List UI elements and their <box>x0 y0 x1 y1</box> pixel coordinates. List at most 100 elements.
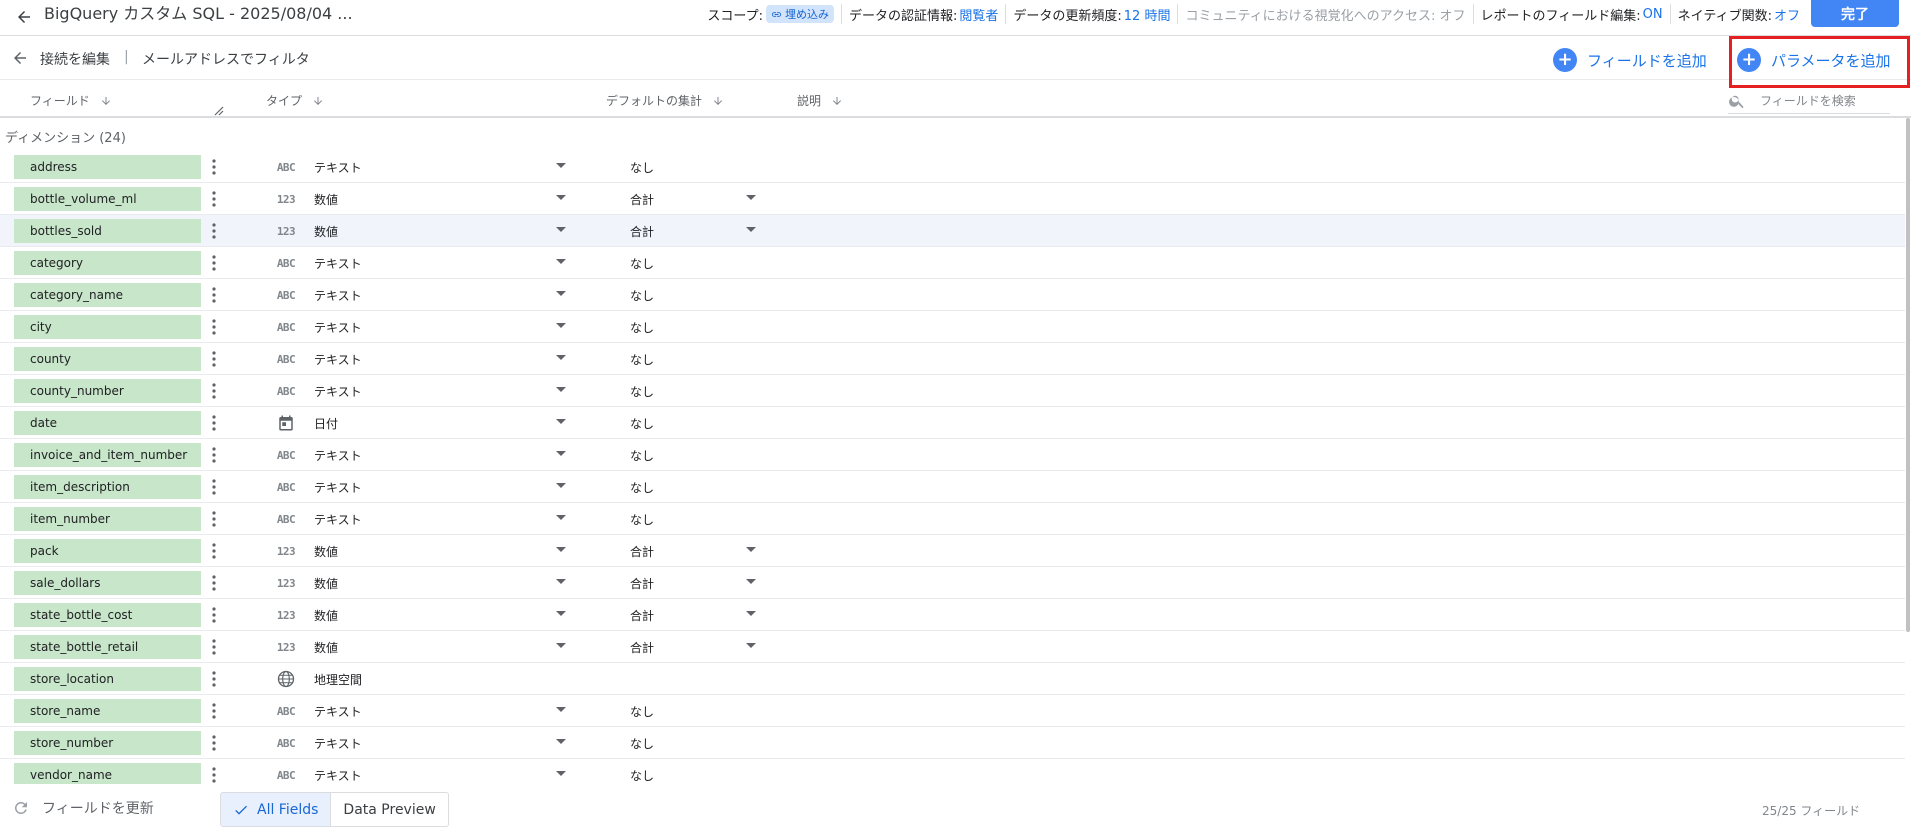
data-source-title[interactable]: BigQuery カスタム SQL - 2025/08/04 ... <box>44 3 353 25</box>
field-row[interactable]: address ABC テキスト なし <box>0 151 1905 183</box>
aggregation-dropdown-arrow-icon[interactable] <box>746 611 756 616</box>
done-button[interactable]: 完了 <box>1811 0 1899 27</box>
default-aggregation[interactable]: 合計 <box>630 191 654 208</box>
more-vert-icon[interactable] <box>206 349 222 369</box>
field-type-select[interactable]: 数値 <box>314 575 338 592</box>
field-row[interactable]: sale_dollars 123 数値 合計 <box>0 567 1905 599</box>
field-name-chip[interactable]: bottles_sold <box>14 219 201 243</box>
credentials-value[interactable]: 閲覧者 <box>959 5 998 24</box>
type-dropdown-arrow-icon[interactable] <box>556 227 566 232</box>
field-row[interactable]: county ABC テキスト なし <box>0 343 1905 375</box>
more-vert-icon[interactable] <box>206 477 222 497</box>
report-field-edit-setting[interactable]: レポートのフィールド編集: ON <box>1472 4 1670 24</box>
field-type-select[interactable]: 日付 <box>314 415 338 432</box>
more-vert-icon[interactable] <box>206 157 222 177</box>
field-name-chip[interactable]: item_description <box>14 475 201 499</box>
tab-data-preview[interactable]: Data Preview <box>331 793 447 826</box>
field-row[interactable]: state_bottle_cost 123 数値 合計 <box>0 599 1905 631</box>
back-arrow-icon[interactable] <box>8 46 32 70</box>
field-type-select[interactable]: 数値 <box>314 607 338 624</box>
type-dropdown-arrow-icon[interactable] <box>556 451 566 456</box>
field-name-chip[interactable]: category_name <box>14 283 201 307</box>
field-type-select[interactable]: テキスト <box>314 447 362 464</box>
field-name-chip[interactable]: store_number <box>14 731 201 755</box>
field-type-select[interactable]: テキスト <box>314 287 362 304</box>
more-vert-icon[interactable] <box>206 637 222 657</box>
field-type-select[interactable]: テキスト <box>314 383 362 400</box>
tab-all-fields[interactable]: All Fields <box>221 793 332 826</box>
field-name-chip[interactable]: state_bottle_retail <box>14 635 201 659</box>
more-vert-icon[interactable] <box>206 445 222 465</box>
scrollbar-thumb[interactable] <box>1906 118 1910 632</box>
native-functions-value[interactable]: オフ <box>1774 5 1800 24</box>
type-dropdown-arrow-icon[interactable] <box>556 195 566 200</box>
type-dropdown-arrow-icon[interactable] <box>556 387 566 392</box>
type-dropdown-arrow-icon[interactable] <box>556 643 566 648</box>
field-row[interactable]: store_name ABC テキスト なし <box>0 695 1905 727</box>
field-type-select[interactable]: 地理空間 <box>314 671 362 688</box>
field-type-select[interactable]: テキスト <box>314 735 362 752</box>
more-vert-icon[interactable] <box>206 605 222 625</box>
more-vert-icon[interactable] <box>206 317 222 337</box>
native-functions-setting[interactable]: ネイティブ関数: オフ <box>1669 4 1807 24</box>
more-vert-icon[interactable] <box>206 573 222 593</box>
field-name-chip[interactable]: sale_dollars <box>14 571 201 595</box>
field-type-select[interactable]: テキスト <box>314 511 362 528</box>
aggregation-dropdown-arrow-icon[interactable] <box>746 195 756 200</box>
credentials-setting[interactable]: データの認証情報: 閲覧者 <box>840 4 1005 24</box>
scope-chip[interactable]: 埋め込み <box>765 5 834 23</box>
field-row[interactable]: bottle_volume_ml 123 数値 合計 <box>0 183 1905 215</box>
field-type-select[interactable]: テキスト <box>314 159 362 176</box>
column-header-field[interactable]: フィールド <box>30 92 112 109</box>
field-row[interactable]: category ABC テキスト なし <box>0 247 1905 279</box>
column-header-type[interactable]: タイプ <box>266 92 324 109</box>
field-row[interactable]: date 日付 なし <box>0 407 1905 439</box>
field-row[interactable]: state_bottle_retail 123 数値 合計 <box>0 631 1905 663</box>
field-name-chip[interactable]: store_name <box>14 699 201 723</box>
column-header-default-agg[interactable]: デフォルトの集計 <box>606 92 724 109</box>
field-type-select[interactable]: 数値 <box>314 639 338 656</box>
field-name-chip[interactable]: city <box>14 315 201 339</box>
field-row[interactable]: bottles_sold 123 数値 合計 <box>0 215 1905 247</box>
field-name-chip[interactable]: pack <box>14 539 201 563</box>
type-dropdown-arrow-icon[interactable] <box>556 515 566 520</box>
freshness-value[interactable]: 12 時間 <box>1124 5 1171 24</box>
more-vert-icon[interactable] <box>206 509 222 529</box>
field-row[interactable]: store_location 地理空間 <box>0 663 1905 695</box>
field-row[interactable]: county_number ABC テキスト なし <box>0 375 1905 407</box>
field-name-chip[interactable]: invoice_and_item_number <box>14 443 201 467</box>
column-header-description[interactable]: 説明 <box>797 92 843 109</box>
default-aggregation[interactable]: 合計 <box>630 543 654 560</box>
field-row[interactable]: item_description ABC テキスト なし <box>0 471 1905 503</box>
more-vert-icon[interactable] <box>206 765 222 785</box>
field-name-chip[interactable]: item_number <box>14 507 201 531</box>
field-type-select[interactable]: テキスト <box>314 319 362 336</box>
type-dropdown-arrow-icon[interactable] <box>556 483 566 488</box>
field-name-chip[interactable]: county_number <box>14 379 201 403</box>
field-name-chip[interactable]: bottle_volume_ml <box>14 187 201 211</box>
field-row[interactable]: pack 123 数値 合計 <box>0 535 1905 567</box>
sort-arrow-icon[interactable] <box>712 95 724 107</box>
aggregation-dropdown-arrow-icon[interactable] <box>746 579 756 584</box>
field-type-select[interactable]: テキスト <box>314 703 362 720</box>
freshness-setting[interactable]: データの更新頻度: 12 時間 <box>1005 4 1177 24</box>
report-field-edit-value[interactable]: ON <box>1643 7 1663 22</box>
type-dropdown-arrow-icon[interactable] <box>556 419 566 424</box>
field-row[interactable]: item_number ABC テキスト なし <box>0 503 1905 535</box>
more-vert-icon[interactable] <box>206 669 222 689</box>
aggregation-dropdown-arrow-icon[interactable] <box>746 547 756 552</box>
field-name-chip[interactable]: county <box>14 347 201 371</box>
more-vert-icon[interactable] <box>206 381 222 401</box>
field-type-select[interactable]: 数値 <box>314 223 338 240</box>
more-vert-icon[interactable] <box>206 413 222 433</box>
field-row[interactable]: city ABC テキスト なし <box>0 311 1905 343</box>
more-vert-icon[interactable] <box>206 541 222 561</box>
add-field-button[interactable]: + フィールドを追加 <box>1553 48 1707 72</box>
field-row[interactable]: invoice_and_item_number ABC テキスト なし <box>0 439 1905 471</box>
type-dropdown-arrow-icon[interactable] <box>556 163 566 168</box>
type-dropdown-arrow-icon[interactable] <box>556 707 566 712</box>
default-aggregation[interactable]: 合計 <box>630 223 654 240</box>
field-type-select[interactable]: テキスト <box>314 351 362 368</box>
field-name-chip[interactable]: state_bottle_cost <box>14 603 201 627</box>
column-resize-icon[interactable] <box>214 105 224 119</box>
